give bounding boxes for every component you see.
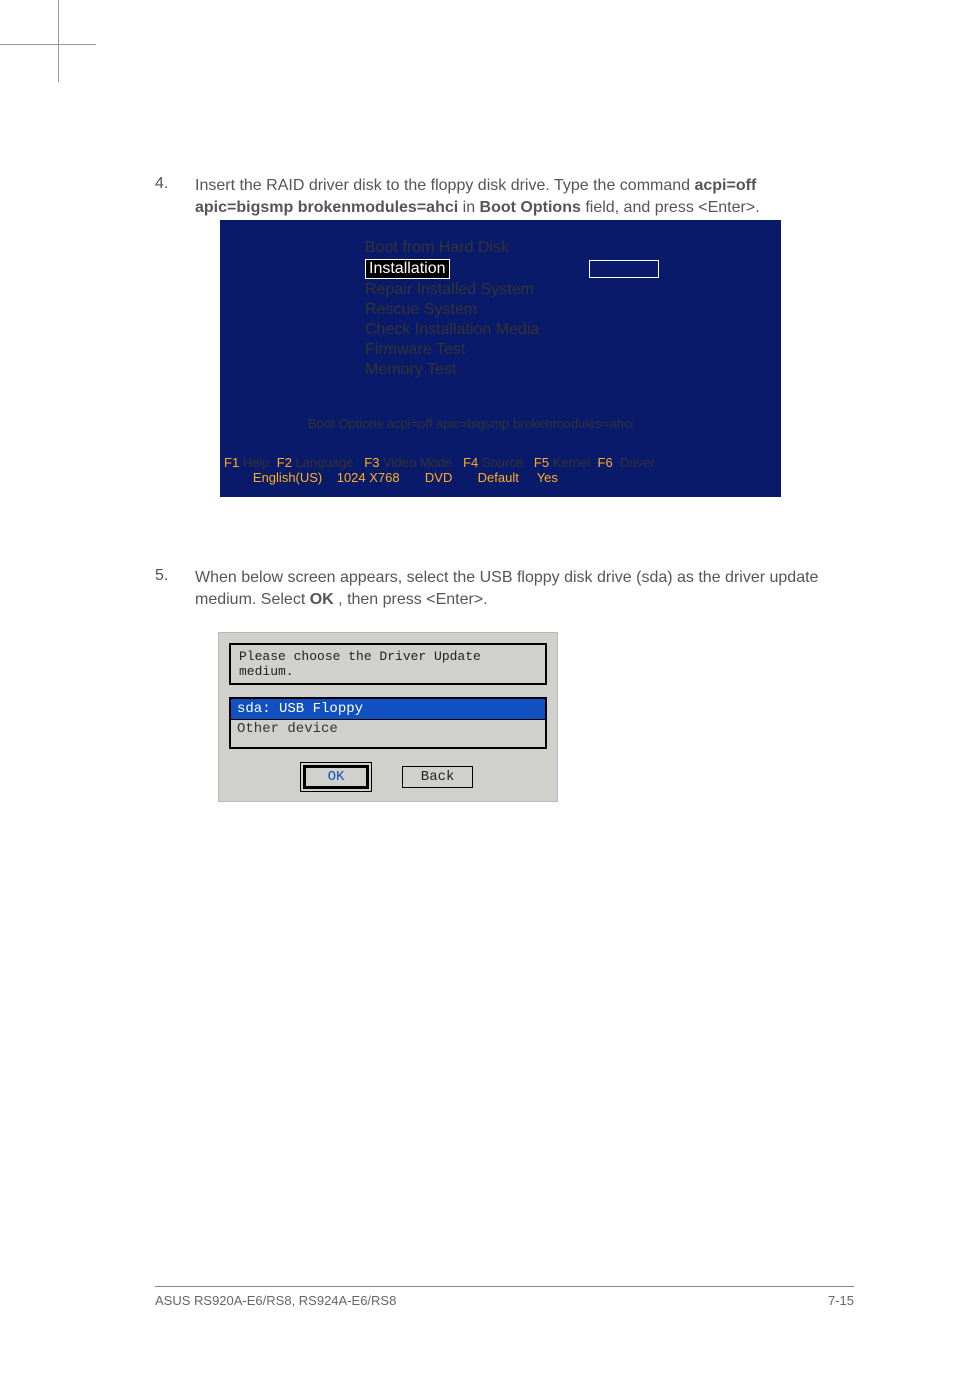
f4-key[interactable]: F4 bbox=[463, 455, 478, 470]
boot-item-repair[interactable]: Repair Installed System bbox=[365, 280, 781, 300]
f3-sub: 1024 X768 bbox=[337, 470, 400, 485]
boot-item-memory[interactable]: Memory Test bbox=[365, 360, 781, 380]
step4-mid: in bbox=[463, 199, 480, 216]
dialog-option-sda[interactable]: sda: USB Floppy bbox=[230, 698, 546, 720]
footer-left: ASUS RS920A-E6/RS8, RS924A-E6/RS8 bbox=[155, 1293, 396, 1308]
boot-menu-list: Boot from Hard Disk Installation Repair … bbox=[365, 238, 781, 380]
boot-menu-screenshot: Boot from Hard Disk Installation Repair … bbox=[220, 220, 781, 497]
dialog-buttons: OK Back bbox=[229, 765, 547, 789]
crop-mark-vertical bbox=[58, 0, 59, 82]
step-4-text: Insert the RAID driver disk to the flopp… bbox=[195, 175, 854, 220]
driver-update-dialog: Please choose the Driver Update medium. … bbox=[218, 632, 558, 802]
f4-sub: DVD bbox=[425, 470, 452, 485]
f6-label: Driver bbox=[620, 455, 655, 470]
boot-item-installation[interactable]: Installation bbox=[365, 259, 450, 279]
step-5: 5. When below screen appears, select the… bbox=[155, 567, 854, 612]
step-4: 4. Insert the RAID driver disk to the fl… bbox=[155, 175, 854, 220]
f2-sub: English(US) bbox=[253, 470, 322, 485]
boot-options-label: Boot Options bbox=[308, 416, 383, 431]
step5-pre: When below screen appears, select the US… bbox=[195, 569, 818, 608]
dialog-title: Please choose the Driver Update medium. bbox=[229, 643, 547, 685]
page-footer: ASUS RS920A-E6/RS8, RS924A-E6/RS8 7-15 bbox=[155, 1286, 854, 1308]
ok-button[interactable]: OK bbox=[303, 765, 370, 789]
boot-item-hard-disk[interactable]: Boot from Hard Disk bbox=[365, 238, 781, 258]
boot-item-firmware[interactable]: Firmware Test bbox=[365, 340, 781, 360]
f4-label: Source bbox=[482, 455, 523, 470]
f2-label: Language bbox=[296, 455, 354, 470]
footer-right: 7-15 bbox=[828, 1293, 854, 1308]
crop-mark-horizontal bbox=[0, 44, 96, 45]
back-button[interactable]: Back bbox=[402, 766, 474, 788]
boot-options-line[interactable]: Boot Options acpi=off apic=bigsmp broken… bbox=[308, 416, 781, 431]
f5-label: Kernel bbox=[553, 455, 591, 470]
f1-label: Help bbox=[243, 455, 270, 470]
step4-field: Boot Options bbox=[480, 199, 581, 216]
f3-key[interactable]: F3 bbox=[364, 455, 379, 470]
page-content: 4. Insert the RAID driver disk to the fl… bbox=[0, 0, 954, 852]
step5-post: , then press <Enter>. bbox=[338, 591, 487, 608]
f5-key[interactable]: F5 bbox=[534, 455, 549, 470]
boot-item-check-media[interactable]: Check Installation Media bbox=[365, 320, 781, 340]
step-4-number: 4. bbox=[155, 175, 195, 220]
f6-sub: Yes bbox=[537, 470, 558, 485]
fn-sub-bar: English(US) 1024 X768 DVD Default Yes bbox=[224, 470, 781, 485]
f5-sub: Default bbox=[478, 470, 519, 485]
step4-post: field, and press <Enter>. bbox=[585, 199, 759, 216]
step4-pre: Insert the RAID driver disk to the flopp… bbox=[195, 177, 694, 194]
f2-key[interactable]: F2 bbox=[277, 455, 292, 470]
dialog-option-list: sda: USB Floppy Other device bbox=[229, 697, 547, 749]
f1-key[interactable]: F1 bbox=[224, 455, 239, 470]
fn-key-bar: F1 Help F2 Language F3 Video Mode F4 Sou… bbox=[224, 455, 781, 470]
step-5-number: 5. bbox=[155, 567, 195, 612]
f3-label: Video Mode bbox=[383, 455, 452, 470]
step5-ok: OK bbox=[310, 591, 334, 608]
step-5-text: When below screen appears, select the US… bbox=[195, 567, 854, 612]
f6-key[interactable]: F6 bbox=[598, 455, 613, 470]
boot-selection-highlight bbox=[589, 260, 659, 278]
boot-options-value: acpi=off apic=bigsmp brokenmodules=ahci bbox=[387, 416, 634, 431]
boot-item-rescue[interactable]: Rescue System bbox=[365, 300, 781, 320]
dialog-option-other[interactable]: Other device bbox=[231, 719, 545, 739]
boot-item-installation-row: Installation bbox=[365, 258, 781, 280]
